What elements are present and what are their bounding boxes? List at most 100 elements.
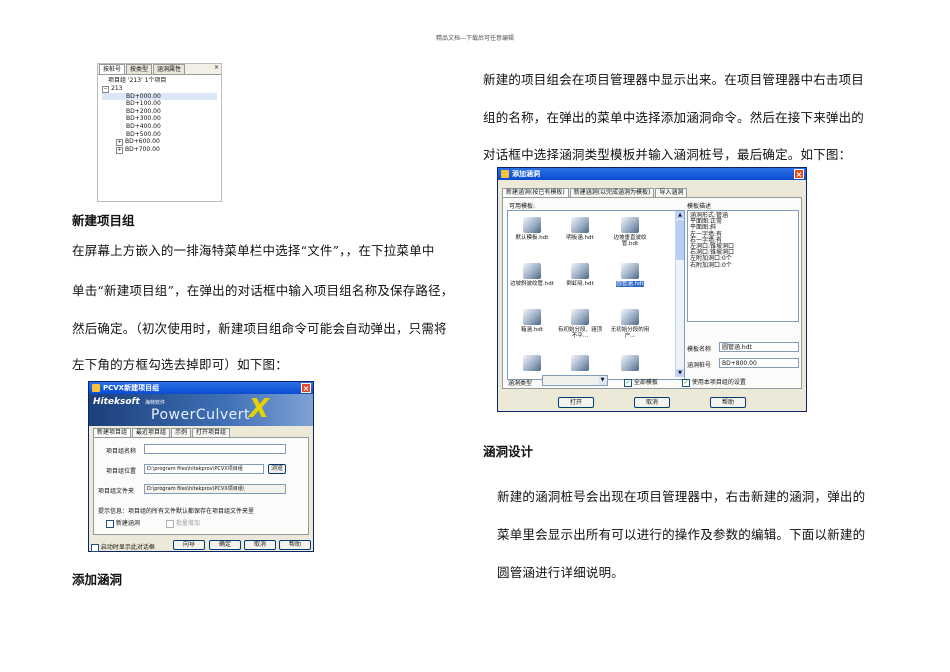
template-item[interactable]: 无初始分段的用户... bbox=[608, 309, 652, 339]
cancel-button[interactable]: 取消 bbox=[634, 397, 670, 408]
group-name-label: 项目组名称 bbox=[106, 448, 137, 455]
tab-panel: 可用模板: 默认模板.hdt 明板涵.hdt 边坡垂直波纹管.hdt 边坡斜波纹… bbox=[502, 197, 802, 389]
dialog-tabs: 新建涵洞(按已有模板) 新建涵洞(以完成涵洞为模板) 导入涵洞 bbox=[502, 188, 806, 197]
group-folder-label: 项目组文件夹 bbox=[98, 488, 135, 495]
brand-banner: Hiteksoft 海特软件 PowerCulvert X bbox=[89, 394, 313, 426]
template-item[interactable]: 边坡垂直波纹管.hdt bbox=[608, 217, 652, 247]
paragraph-line: 圆管涵进行详细说明。 bbox=[497, 565, 625, 580]
template-icon bbox=[621, 263, 639, 279]
template-description: 涵洞形式:管涵 平面图:正常 平面图:斜 左一字墙:有 右一字墙:有 左洞口:锥… bbox=[687, 210, 799, 322]
chevron-down-icon[interactable]: ▼ bbox=[598, 376, 607, 385]
tab-import[interactable]: 导入涵洞 bbox=[655, 188, 688, 197]
paragraph-line: 菜单里会显示出所有可以进行的操作及参数的编辑。下面以新建的 bbox=[497, 527, 866, 542]
description-label: 模板描述 bbox=[687, 203, 712, 210]
tree-group-label[interactable]: 项目组 '213' 1个项目 bbox=[102, 77, 217, 85]
help-button[interactable]: 帮助 bbox=[710, 397, 746, 408]
paragraph-line: 然后确定。（初次使用时，新建项目组命令可能会自动弹出，只需将 bbox=[72, 321, 447, 336]
browse-button[interactable]: 浏览 bbox=[268, 464, 286, 474]
dialog-tabs: 新建项目组 最近项目组 示例 打开项目组 bbox=[93, 428, 313, 437]
tab-completed-template[interactable]: 新建涵洞(以完成涵洞为模板) bbox=[569, 188, 655, 197]
checkbox-icon[interactable] bbox=[106, 519, 114, 528]
x-logo-icon: X bbox=[249, 394, 270, 424]
collapse-icon[interactable]: − bbox=[102, 85, 109, 93]
tab-recent[interactable]: 最近项目组 bbox=[132, 428, 171, 437]
template-item[interactable]: 箱涵.hdt bbox=[510, 309, 554, 333]
tab-by-type[interactable]: 按类型 bbox=[126, 64, 153, 74]
expand-icon[interactable]: + bbox=[116, 147, 123, 155]
tree-item[interactable]: + BD+600.00 bbox=[102, 138, 217, 147]
template-item[interactable]: 明板涵.hdt bbox=[558, 217, 602, 241]
templates-label: 可用模板: bbox=[509, 203, 536, 210]
close-button[interactable]: × bbox=[794, 169, 804, 179]
tree-item[interactable]: BD+000.00 bbox=[102, 92, 217, 101]
template-icon bbox=[523, 355, 541, 371]
tree-item[interactable]: BD+100.00 bbox=[102, 100, 217, 108]
all-templates-checkbox[interactable]: ✓ 全部模板 bbox=[624, 377, 658, 387]
template-item[interactable]: 默认模板.hdt bbox=[510, 217, 554, 241]
template-icon bbox=[523, 217, 541, 233]
template-item[interactable]: 倒虹吸.hdt bbox=[558, 263, 602, 287]
close-button[interactable]: × bbox=[301, 383, 311, 393]
template-item[interactable]: 有初始分段、涵顶不平... bbox=[558, 309, 602, 339]
wizard-button[interactable]: 向导 bbox=[173, 540, 205, 550]
template-icon bbox=[571, 263, 589, 279]
tree-item[interactable]: BD+200.00 bbox=[102, 108, 217, 116]
tab-culvert-props[interactable]: 涵洞属性 bbox=[153, 64, 186, 74]
help-button[interactable]: 帮助 bbox=[279, 540, 311, 550]
expand-icon[interactable]: + bbox=[116, 139, 123, 147]
description-line: 右附加洞口:0个 bbox=[690, 261, 732, 269]
paragraph-line: 在屏幕上方嵌入的一排海特菜单栏中选择“文件”，，在下拉菜单中 bbox=[72, 243, 435, 258]
group-name-input[interactable] bbox=[144, 444, 286, 454]
tab-open[interactable]: 打开项目组 bbox=[192, 428, 231, 437]
template-item[interactable]: 边坡斜波纹管.hdt bbox=[510, 263, 554, 287]
paragraph-line: 新建的项目组会在项目管理器中显示出来。在项目管理器中右击项目 bbox=[483, 72, 865, 87]
template-list-scrollbar[interactable]: ▲ ▼ bbox=[675, 211, 684, 377]
checkbox-icon[interactable]: ✓ bbox=[624, 378, 632, 387]
template-item[interactable] bbox=[510, 355, 554, 373]
cancel-button[interactable]: 取消 bbox=[244, 540, 276, 550]
template-item[interactable] bbox=[558, 355, 602, 373]
paragraph-line: 新建的涵洞桩号会出现在项目管理器中，右击新建的涵洞，弹出的 bbox=[497, 489, 866, 504]
open-button[interactable]: 打开 bbox=[558, 397, 594, 408]
template-icon bbox=[621, 355, 639, 371]
tree-item[interactable]: BD+400.00 bbox=[102, 123, 217, 131]
tab-by-station[interactable]: 按桩号 bbox=[99, 64, 126, 74]
dialog-title: 添加涵洞 × bbox=[498, 168, 806, 180]
template-item-selected[interactable]: 圆管涵.hdt bbox=[608, 263, 652, 287]
batch-add-checkbox[interactable]: 批量增加 bbox=[166, 518, 200, 528]
template-name-input[interactable]: 圆管涵.hdt bbox=[719, 342, 799, 352]
template-name-label: 模板名称 bbox=[687, 346, 712, 353]
template-list[interactable]: 默认模板.hdt 明板涵.hdt 边坡垂直波纹管.hdt 边坡斜波纹管.hdt … bbox=[507, 210, 685, 380]
ok-button[interactable]: 确定 bbox=[209, 540, 241, 550]
app-icon bbox=[501, 170, 509, 178]
scroll-up-icon[interactable]: ▲ bbox=[676, 211, 684, 219]
close-icon[interactable]: × bbox=[214, 64, 219, 71]
tree-tabs: 按桩号 按类型 涵洞属性 bbox=[98, 64, 221, 75]
checkbox-icon[interactable] bbox=[166, 519, 174, 528]
group-folder-field: D:\program files\hitekprov\PCVX项目组\ bbox=[144, 484, 286, 494]
tree-item[interactable]: BD+300.00 bbox=[102, 115, 217, 123]
tab-examples[interactable]: 示例 bbox=[171, 428, 192, 437]
tree-project[interactable]: −213 bbox=[102, 85, 217, 93]
group-location-input[interactable]: D:\program files\hitekprov\PCVX项目组 bbox=[144, 464, 264, 474]
checkbox-icon[interactable] bbox=[91, 543, 99, 552]
tree-item[interactable]: + BD+700.00 bbox=[102, 146, 217, 155]
tab-existing-template[interactable]: 新建涵洞(按已有模板) bbox=[502, 188, 569, 197]
project-tree-panel: 按桩号 按类型 涵洞属性 × 项目组 '213' 1个项目 −213 BD+00… bbox=[97, 63, 222, 202]
template-icon bbox=[571, 217, 589, 233]
tree-item[interactable]: BD+500.00 bbox=[102, 131, 217, 139]
tab-new-group[interactable]: 新建项目组 bbox=[93, 428, 132, 437]
template-icon bbox=[523, 309, 541, 325]
template-item[interactable] bbox=[608, 355, 652, 373]
culvert-type-select[interactable]: ▼ bbox=[542, 375, 608, 386]
checkbox-icon[interactable]: ✓ bbox=[682, 378, 690, 387]
use-project-settings-checkbox[interactable]: ✓ 使用本项目组的设置 bbox=[682, 377, 746, 387]
station-input[interactable]: BD+800.00 bbox=[719, 358, 799, 368]
scroll-thumb[interactable] bbox=[676, 220, 684, 260]
tab-panel: 项目组名称 项目组位置 D:\program files\hitekprov\P… bbox=[93, 437, 309, 535]
scroll-down-icon[interactable]: ▼ bbox=[676, 369, 684, 377]
startup-checkbox[interactable]: 启动时显示此对话框 bbox=[91, 542, 155, 552]
paragraph-line: 组的名称，在弹出的菜单中选择添加涵洞命令。然后在接下来弹出的 bbox=[483, 110, 865, 125]
paragraph-line: 对话框中选择涵洞类型模板并输入涵洞桩号，最后确定。如下图： bbox=[483, 147, 852, 162]
new-culvert-checkbox[interactable]: 新建涵洞 bbox=[106, 518, 140, 528]
